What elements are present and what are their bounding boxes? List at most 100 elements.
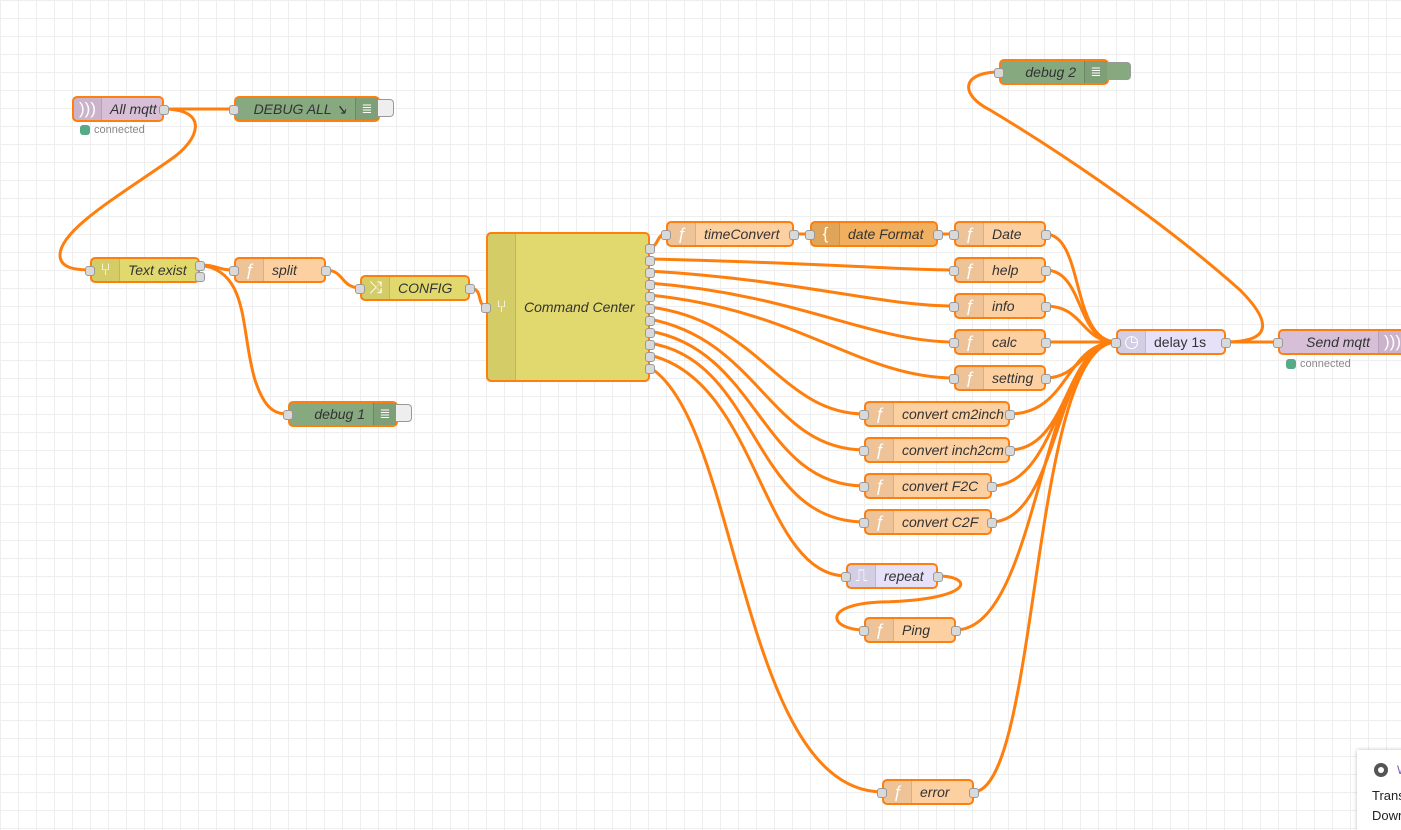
input-port[interactable] bbox=[85, 266, 95, 276]
input-port[interactable] bbox=[1273, 338, 1283, 348]
output-port[interactable] bbox=[1005, 410, 1015, 420]
output-port[interactable] bbox=[645, 292, 655, 302]
node-setting[interactable]: ƒ setting bbox=[949, 365, 1051, 391]
input-port[interactable] bbox=[841, 572, 851, 582]
input-port[interactable] bbox=[1111, 338, 1121, 348]
node-repeat[interactable]: ⎍ repeat bbox=[841, 563, 943, 589]
output-port[interactable] bbox=[987, 482, 997, 492]
wire-setting-delay[interactable] bbox=[1044, 340, 1118, 380]
wire-cc-calc[interactable] bbox=[648, 281, 956, 344]
output-port[interactable] bbox=[1041, 302, 1051, 312]
input-port[interactable] bbox=[481, 303, 491, 313]
output-port[interactable] bbox=[645, 280, 655, 290]
output-port[interactable] bbox=[645, 352, 655, 362]
output-port[interactable] bbox=[645, 364, 655, 374]
output-port[interactable] bbox=[645, 340, 655, 350]
wire-textexist-debug1[interactable] bbox=[198, 263, 290, 416]
input-port[interactable] bbox=[859, 626, 869, 636]
output-port[interactable] bbox=[645, 316, 655, 326]
node-date[interactable]: ƒ Date bbox=[949, 221, 1051, 247]
output-port[interactable] bbox=[933, 230, 943, 240]
node-help[interactable]: ƒ help bbox=[949, 257, 1051, 283]
debug-toggle-button[interactable] bbox=[378, 99, 394, 117]
node-debug-1[interactable]: debug 1 ≣ bbox=[283, 401, 398, 427]
output-port[interactable] bbox=[645, 304, 655, 314]
input-port[interactable] bbox=[859, 410, 869, 420]
node-debug-all[interactable]: DEBUG ALL ↘ ≣ bbox=[229, 96, 380, 122]
input-port[interactable] bbox=[949, 302, 959, 312]
node-ping[interactable]: ƒ Ping bbox=[859, 617, 961, 643]
debug-toggle-button[interactable] bbox=[396, 404, 412, 422]
debug-toggle-button[interactable] bbox=[1107, 62, 1131, 80]
output-port[interactable] bbox=[321, 266, 331, 276]
wire-cc-help[interactable] bbox=[648, 257, 956, 272]
node-convert-inch2cm[interactable]: ƒ convert inch2cm bbox=[859, 437, 1015, 463]
output-port[interactable] bbox=[1221, 338, 1231, 348]
wire-cc-c2f[interactable] bbox=[648, 341, 866, 524]
output-port[interactable] bbox=[465, 284, 475, 294]
input-port[interactable] bbox=[229, 266, 239, 276]
function-icon: ƒ bbox=[956, 295, 984, 317]
node-info[interactable]: ƒ info bbox=[949, 293, 1051, 319]
node-all-mqtt[interactable]: ))) All mqtt bbox=[72, 96, 169, 122]
input-port[interactable] bbox=[661, 230, 671, 240]
output-port[interactable] bbox=[969, 788, 979, 798]
output-port[interactable] bbox=[645, 328, 655, 338]
node-split[interactable]: ƒ split bbox=[229, 257, 331, 283]
wire-cc-setting[interactable] bbox=[648, 293, 956, 380]
output-port[interactable] bbox=[951, 626, 961, 636]
output-port[interactable] bbox=[987, 518, 997, 528]
output-port[interactable] bbox=[159, 105, 169, 115]
output-port[interactable] bbox=[933, 572, 943, 582]
wire-date-delay[interactable] bbox=[1044, 232, 1118, 344]
node-label: Text exist bbox=[128, 262, 187, 278]
output-port[interactable] bbox=[1041, 338, 1051, 348]
node-date-format[interactable]: { date Format bbox=[805, 221, 943, 247]
output-port[interactable] bbox=[645, 244, 655, 254]
wire-cc-inch2cm[interactable] bbox=[648, 317, 866, 452]
output-port[interactable] bbox=[1041, 374, 1051, 384]
input-port[interactable] bbox=[859, 482, 869, 492]
node-send-mqtt[interactable]: Send mqtt ))) bbox=[1273, 329, 1401, 355]
status-all-mqtt: connected bbox=[80, 124, 145, 136]
node-calc[interactable]: ƒ calc bbox=[949, 329, 1051, 355]
output-port[interactable] bbox=[645, 256, 655, 266]
output-port[interactable] bbox=[789, 230, 799, 240]
wire-inch2cm-delay[interactable] bbox=[1008, 340, 1118, 452]
output-port[interactable] bbox=[195, 261, 205, 271]
wire-cc-info[interactable] bbox=[648, 269, 956, 308]
node-convert-c2f[interactable]: ƒ convert C2F bbox=[859, 509, 997, 535]
node-command-center[interactable]: ⑂ Command Center bbox=[481, 232, 655, 382]
input-port[interactable] bbox=[283, 410, 293, 420]
input-port[interactable] bbox=[949, 266, 959, 276]
node-error[interactable]: ƒ error bbox=[877, 779, 979, 805]
input-port[interactable] bbox=[859, 446, 869, 456]
wire-cc-cm2inch[interactable] bbox=[648, 305, 866, 416]
wire-info-delay[interactable] bbox=[1044, 304, 1118, 344]
wire-help-delay[interactable] bbox=[1044, 268, 1118, 344]
input-port[interactable] bbox=[949, 338, 959, 348]
input-port[interactable] bbox=[229, 105, 239, 115]
input-port[interactable] bbox=[994, 68, 1004, 78]
input-port[interactable] bbox=[805, 230, 815, 240]
notification-toast[interactable]: W Trans Down bbox=[1357, 750, 1401, 830]
input-port[interactable] bbox=[355, 284, 365, 294]
wire-cc-repeat[interactable] bbox=[648, 353, 848, 578]
node-convert-f2c[interactable]: ƒ convert F2C bbox=[859, 473, 997, 499]
wire-cc-f2c[interactable] bbox=[648, 329, 866, 488]
node-text-exist[interactable]: ⑂ Text exist bbox=[85, 257, 205, 283]
output-port[interactable] bbox=[1041, 230, 1051, 240]
node-debug-2[interactable]: debug 2 ≣ bbox=[994, 59, 1109, 85]
input-port[interactable] bbox=[859, 518, 869, 528]
node-time-convert[interactable]: ƒ timeConvert bbox=[661, 221, 799, 247]
output-port[interactable] bbox=[645, 268, 655, 278]
output-port[interactable] bbox=[1005, 446, 1015, 456]
output-port[interactable] bbox=[195, 272, 205, 282]
input-port[interactable] bbox=[949, 230, 959, 240]
input-port[interactable] bbox=[949, 374, 959, 384]
node-delay[interactable]: ◷ delay 1s bbox=[1111, 329, 1231, 355]
node-config[interactable]: ⤨ CONFIG bbox=[355, 275, 475, 301]
output-port[interactable] bbox=[1041, 266, 1051, 276]
node-convert-cm2inch[interactable]: ƒ convert cm2inch bbox=[859, 401, 1015, 427]
input-port[interactable] bbox=[877, 788, 887, 798]
